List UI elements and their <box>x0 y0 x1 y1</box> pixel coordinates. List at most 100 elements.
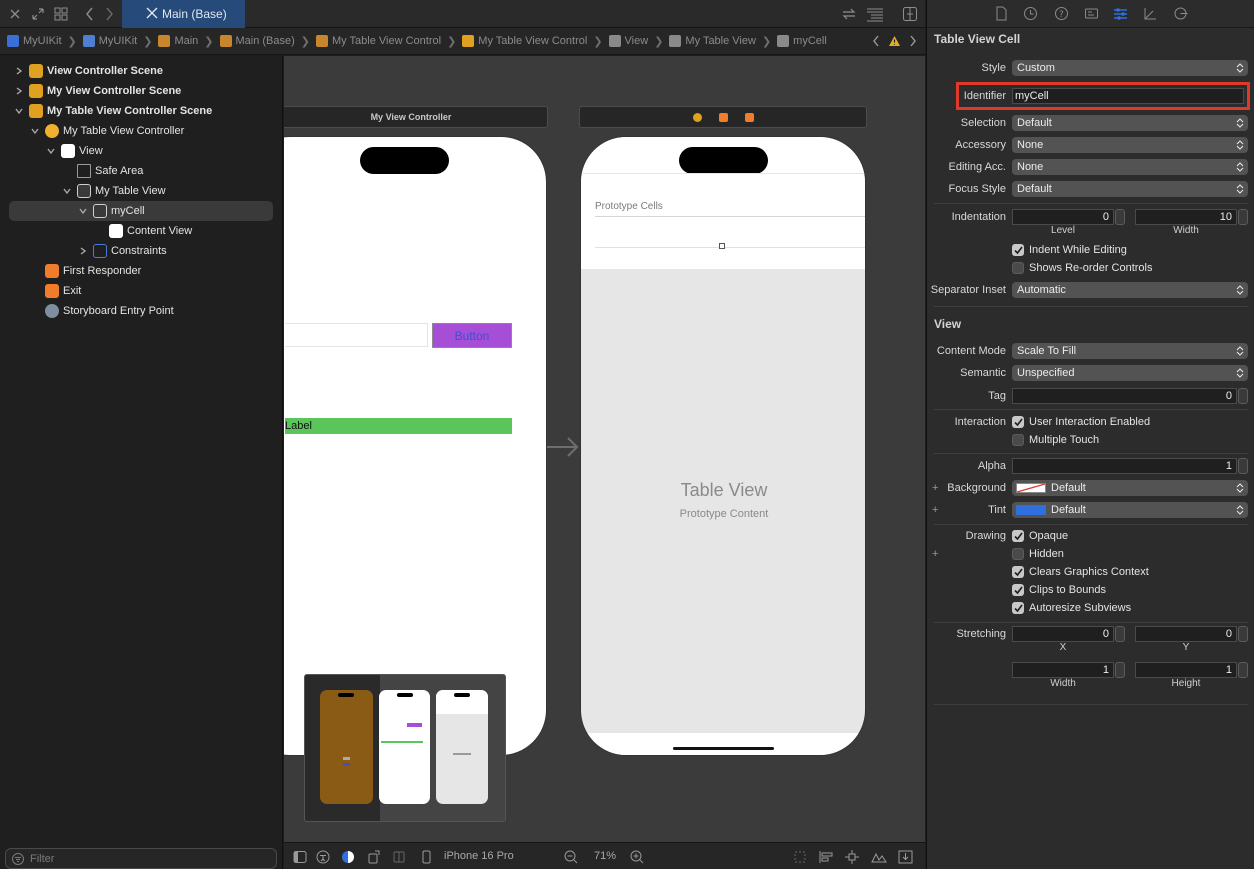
scene-header-my-view-controller[interactable]: My View Controller <box>284 106 548 128</box>
identity-inspector-icon[interactable] <box>1084 6 1099 21</box>
scene-header-my-table-view-controller[interactable] <box>579 106 867 128</box>
add-variation-icon[interactable]: + <box>932 504 938 516</box>
lines-icon[interactable] <box>866 6 883 22</box>
stretch-y-field[interactable]: 0 <box>1135 626 1237 642</box>
multiple-touch-checkbox[interactable]: Multiple Touch <box>1012 434 1099 446</box>
button[interactable]: Button <box>432 323 512 348</box>
outline-row[interactable]: View <box>0 141 283 161</box>
file-inspector-icon[interactable] <box>994 6 1009 21</box>
appearance-icon[interactable] <box>341 850 355 864</box>
segue-arrow-icon[interactable] <box>546 436 580 458</box>
text-field[interactable] <box>285 323 428 347</box>
outline-row[interactable]: Exit <box>0 281 283 301</box>
canvas-minimap[interactable] <box>304 674 506 822</box>
alpha-stepper[interactable] <box>1238 458 1248 474</box>
layout-icon[interactable] <box>392 850 406 864</box>
autoresize-subviews-checkbox[interactable]: Autoresize Subviews <box>1012 602 1131 614</box>
disclosure-open-icon[interactable] <box>62 186 72 196</box>
breadcrumb-item[interactable]: My Table View ❯ <box>669 35 771 48</box>
cell-resize-handle[interactable] <box>719 243 725 249</box>
user-interaction-checkbox[interactable]: User Interaction Enabled <box>1012 416 1150 428</box>
zoom-level[interactable]: 71% <box>594 850 616 862</box>
indent-level-field[interactable]: 0 <box>1012 209 1114 225</box>
separator-inset-popup[interactable]: Automatic <box>1012 282 1248 298</box>
stretch-y-stepper[interactable] <box>1238 626 1248 642</box>
close-icon[interactable] <box>7 6 23 22</box>
update-frames-icon[interactable] <box>792 850 806 864</box>
chevron-right-icon[interactable] <box>909 35 917 47</box>
content-mode-popup[interactable]: Scale To Fill <box>1012 343 1248 359</box>
stretch-width-field[interactable]: 1 <box>1012 662 1114 678</box>
add-constraints-icon[interactable] <box>844 850 859 864</box>
expand-icon[interactable] <box>30 6 46 22</box>
breadcrumb-item[interactable]: My Table View Control ❯ <box>316 35 456 48</box>
accessibility-icon[interactable] <box>316 850 330 864</box>
grid-icon[interactable] <box>53 6 69 22</box>
zoom-in-icon[interactable] <box>630 850 644 864</box>
opaque-checkbox[interactable]: Opaque <box>1012 530 1068 542</box>
disclosure-open-icon[interactable] <box>14 106 24 116</box>
stretch-x-field[interactable]: 0 <box>1012 626 1114 642</box>
selection-popup[interactable]: Default <box>1012 115 1248 131</box>
focus-style-popup[interactable]: Default <box>1012 181 1248 197</box>
outline-row[interactable]: Content View <box>0 221 283 241</box>
identifier-field[interactable]: myCell <box>1012 88 1244 104</box>
outline-row[interactable]: View Controller Scene <box>0 61 283 81</box>
add-variation-icon[interactable]: + <box>932 482 938 494</box>
storyboard-canvas[interactable]: My View Controller Button Label Prototyp… <box>284 56 925 842</box>
embed-in-icon[interactable] <box>898 850 913 864</box>
outline-row[interactable]: Safe Area <box>0 161 283 181</box>
outline-row[interactable]: My Table View Controller Scene <box>0 101 283 121</box>
my-table-view-controller-scene[interactable]: Prototype Cells Table View Prototype Con… <box>580 136 866 756</box>
stretch-width-stepper[interactable] <box>1115 662 1125 678</box>
disclosure-open-icon[interactable] <box>46 146 56 156</box>
outline-row[interactable]: My View Controller Scene <box>0 81 283 101</box>
tint-popup[interactable]: Default <box>1012 502 1248 518</box>
breadcrumb-item[interactable]: myCell <box>777 35 827 47</box>
disclosure-closed-icon[interactable] <box>78 246 88 256</box>
background-popup[interactable]: Default <box>1012 480 1248 496</box>
resolve-autolayout-icon[interactable] <box>871 850 887 864</box>
alpha-field[interactable]: 1 <box>1012 458 1237 474</box>
breadcrumb-item[interactable]: My Table View Control ❯ <box>462 35 603 48</box>
accessory-popup[interactable]: None <box>1012 137 1248 153</box>
filter-field[interactable]: Filter <box>5 848 277 869</box>
history-inspector-icon[interactable] <box>1023 6 1038 21</box>
orientation-icon[interactable] <box>367 850 381 864</box>
stretch-height-stepper[interactable] <box>1238 662 1248 678</box>
breadcrumb-item[interactable]: Main (Base) ❯ <box>219 35 310 48</box>
outline-toggle-icon[interactable] <box>293 850 307 864</box>
outline-row[interactable]: My Table View Controller <box>0 121 283 141</box>
tag-stepper[interactable] <box>1238 388 1248 404</box>
refresh-icon[interactable] <box>841 6 857 22</box>
label[interactable]: Label <box>285 418 512 434</box>
tab-main-base[interactable]: Main (Base) <box>122 0 245 28</box>
style-popup[interactable]: Custom <box>1012 60 1248 76</box>
stretch-x-stepper[interactable] <box>1115 626 1125 642</box>
attributes-inspector-icon[interactable] <box>1113 6 1128 21</box>
outline-row[interactable]: My Table View <box>0 181 283 201</box>
help-inspector-icon[interactable]: ? <box>1054 6 1069 21</box>
disclosure-open-icon[interactable] <box>78 206 88 216</box>
warning-icon[interactable] <box>888 35 901 47</box>
outline-row[interactable]: myCell <box>9 201 273 221</box>
align-icon[interactable] <box>818 850 833 864</box>
chevron-right-icon[interactable] <box>101 6 117 22</box>
shows-reorder-checkbox[interactable]: Shows Re-order Controls <box>1012 262 1153 274</box>
device-icon[interactable] <box>419 850 433 864</box>
add-variation-icon[interactable]: + <box>932 548 938 560</box>
disclosure-open-icon[interactable] <box>30 126 40 136</box>
breadcrumb-item[interactable]: MyUIKit ❯ <box>82 35 152 48</box>
breadcrumb-item[interactable]: View ❯ <box>608 35 663 48</box>
hidden-checkbox[interactable]: Hidden <box>1012 548 1064 560</box>
tag-field[interactable]: 0 <box>1012 388 1237 404</box>
size-inspector-icon[interactable] <box>1143 6 1158 21</box>
chevron-left-icon[interactable] <box>872 35 880 47</box>
editing-accessory-popup[interactable]: None <box>1012 159 1248 175</box>
indent-while-editing-checkbox[interactable]: Indent While Editing <box>1012 244 1127 256</box>
clips-to-bounds-checkbox[interactable]: Clips to Bounds <box>1012 584 1106 596</box>
disclosure-closed-icon[interactable] <box>14 86 24 96</box>
zoom-out-icon[interactable] <box>564 850 578 864</box>
indent-width-field[interactable]: 10 <box>1135 209 1237 225</box>
breadcrumb-item[interactable]: MyUIKit ❯ <box>7 35 77 48</box>
